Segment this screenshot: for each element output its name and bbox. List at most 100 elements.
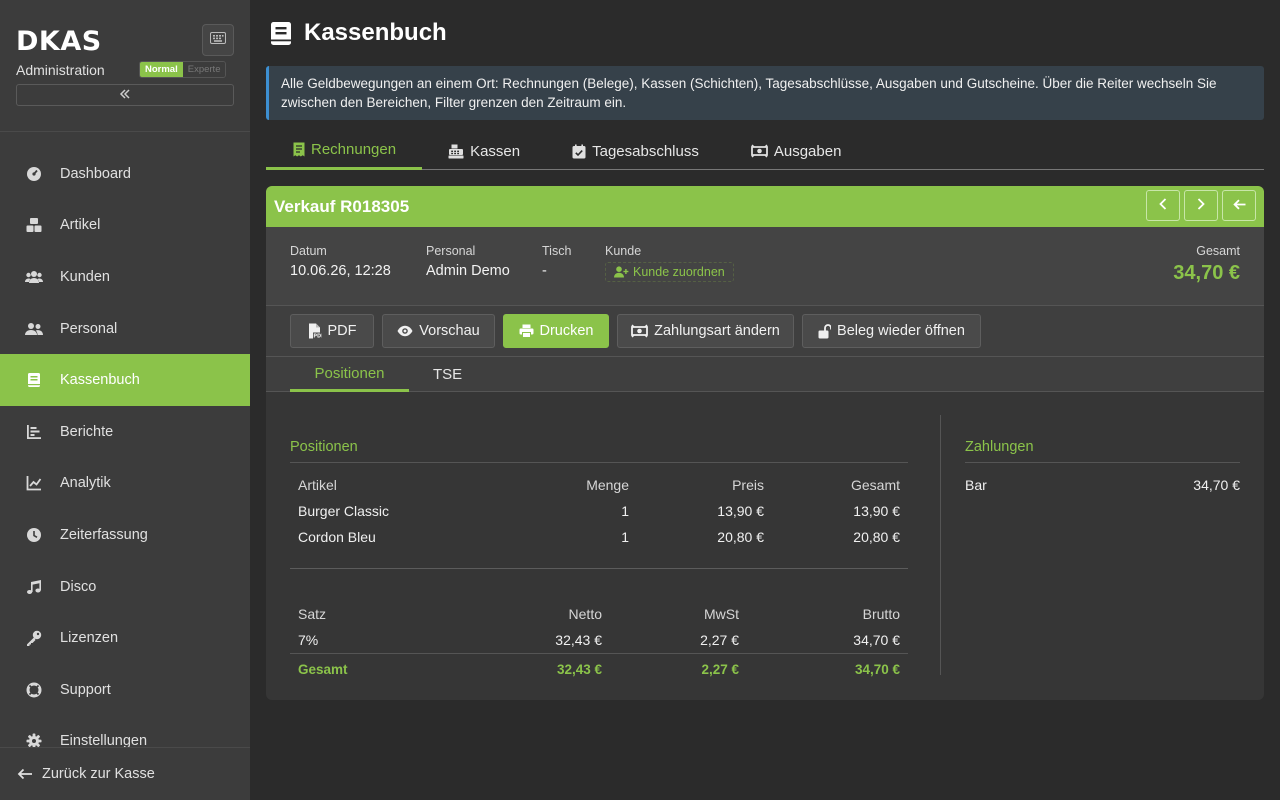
print-label: Drucken (539, 323, 594, 339)
tab-tse[interactable]: TSE (433, 357, 462, 392)
position-artikel: Cordon Bleu (298, 529, 376, 545)
sidebar-item-label: Lizenzen (60, 630, 119, 647)
print-button[interactable]: Drucken (503, 314, 609, 348)
keyboard-button[interactable] (202, 24, 234, 56)
mode-normal[interactable]: Normal (140, 62, 183, 77)
chevron-left-icon (1159, 197, 1167, 215)
back-to-register-label: Zurück zur Kasse (42, 766, 155, 782)
tisch-label: Tisch (542, 244, 572, 258)
divider (290, 568, 908, 569)
reopen-receipt-button[interactable]: Beleg wieder öffnen (802, 314, 981, 348)
detail-content: Positionen Artikel Menge Preis Gesamt Bu… (266, 392, 1264, 700)
user-plus-icon (614, 266, 629, 278)
pdf-button[interactable]: PDF PDF (290, 314, 374, 348)
sidebar-item-kassenbuch[interactable]: Kassenbuch (0, 354, 250, 406)
datum-value: 10.06.26, 12:28 (290, 263, 391, 279)
gesamt-label: Gesamt (1196, 244, 1240, 258)
chevron-right-icon (1197, 197, 1205, 215)
sidebar-item-personal[interactable]: Personal (0, 303, 250, 355)
users-icon (25, 268, 43, 286)
receipt-meta: Datum 10.06.26, 12:28 Personal Admin Dem… (266, 227, 1264, 306)
book-icon (25, 371, 43, 389)
tab-tagesabschluss[interactable]: Tagesabschluss (546, 132, 725, 170)
tax-total-mwst: 2,27 € (701, 662, 739, 677)
sidebar-item-einstellungen[interactable]: Einstellungen (0, 716, 250, 748)
sidebar-item-disco[interactable]: Disco (0, 561, 250, 613)
assign-customer-button[interactable]: Kunde zuordnen (605, 262, 734, 282)
money-bill-icon (750, 144, 768, 158)
tab-kassen[interactable]: Kassen (422, 132, 546, 170)
tab-rechnungen[interactable]: Rechnungen (266, 132, 423, 170)
sidebar-item-artikel[interactable]: Artikel (0, 200, 250, 252)
user-group-icon (25, 320, 43, 338)
column-divider (940, 415, 941, 675)
meta-datum: Datum 10.06.26, 12:28 (290, 244, 391, 279)
action-bar: PDF PDF Vorschau Drucken Zahlungsart änd… (266, 306, 1264, 357)
info-banner: Alle Geldbewegungen an einem Ort: Rechnu… (266, 66, 1264, 120)
position-menge: 1 (621, 529, 629, 545)
back-button[interactable] (1222, 190, 1256, 221)
tab-positionen[interactable]: Positionen (290, 357, 409, 392)
sidebar-item-label: Kassenbuch (60, 372, 140, 389)
receipt-icon (293, 142, 305, 157)
tisch-value: - (542, 263, 547, 279)
meta-personal: Personal Admin Demo (426, 244, 510, 279)
collapse-sidebar-button[interactable] (16, 84, 234, 106)
line-chart-icon (25, 474, 43, 492)
arrow-left-icon (17, 768, 33, 780)
preview-button[interactable]: Vorschau (382, 314, 495, 348)
detail-tabs: Positionen TSE (266, 357, 1264, 392)
reopen-receipt-label: Beleg wieder öffnen (837, 323, 965, 339)
sidebar-item-label: Dashboard (60, 165, 131, 182)
tab-label: Kassen (470, 142, 521, 160)
sidebar-item-berichte[interactable]: Berichte (0, 406, 250, 458)
back-to-register-link[interactable]: Zurück zur Kasse (0, 747, 250, 800)
main-tabs: Rechnungen Kassen Tagesabschluss Ausgabe… (266, 132, 1264, 170)
col-preis: Preis (732, 477, 764, 493)
bar-chart-icon (25, 423, 43, 441)
sidebar-item-dashboard[interactable]: Dashboard (0, 148, 250, 200)
svg-text:PDF: PDF (313, 334, 322, 339)
tax-total-netto: 32,43 € (556, 662, 602, 677)
print-icon (519, 324, 534, 338)
pdf-label: PDF (327, 323, 357, 339)
tab-label: Tagesabschluss (592, 142, 699, 160)
tab-ausgaben[interactable]: Ausgaben (725, 132, 868, 170)
personal-label: Personal (426, 244, 476, 258)
music-icon (25, 578, 43, 596)
arrow-left-icon (1232, 197, 1246, 215)
sidebar-item-kunden[interactable]: Kunden (0, 251, 250, 303)
change-payment-label: Zahlungsart ändern (654, 323, 780, 339)
col-mwst: MwSt (704, 606, 739, 622)
key-icon (25, 629, 43, 647)
payments-title: Zahlungen (965, 439, 1034, 455)
positions-title: Positionen (290, 439, 358, 455)
sidebar-item-label: Analytik (60, 475, 111, 492)
divider (290, 462, 908, 463)
sidebar-item-label: Support (60, 681, 111, 698)
divider (965, 462, 1240, 463)
previous-receipt-button[interactable] (1146, 190, 1180, 221)
position-artikel: Burger Classic (298, 503, 390, 519)
sidebar-item-analytik[interactable]: Analytik (0, 458, 250, 510)
sidebar-item-label: Kunden (60, 268, 110, 285)
col-brutto: Brutto (862, 606, 900, 622)
sidebar-item-zeiterfassung[interactable]: Zeiterfassung (0, 509, 250, 561)
book-icon (270, 21, 292, 46)
sidebar: DKAS Administration Normal Experte Dashb… (0, 0, 250, 800)
position-menge: 1 (621, 503, 629, 519)
sidebar-item-lizenzen[interactable]: Lizenzen (0, 612, 250, 664)
sidebar-item-label: Zeiterfassung (60, 526, 148, 543)
mode-expert[interactable]: Experte (182, 62, 226, 77)
boxes-icon (25, 216, 43, 234)
logo: DKAS (16, 26, 102, 57)
sidebar-item-support[interactable]: Support (0, 664, 250, 716)
col-netto: Netto (568, 606, 602, 622)
mode-toggle[interactable]: Normal Experte (139, 61, 227, 78)
sidebar-header: DKAS Administration Normal Experte (0, 0, 250, 132)
receipt-card: Verkauf R018305 Datum 10.06.26, 12:28 Pe… (266, 186, 1264, 700)
next-receipt-button[interactable] (1184, 190, 1218, 221)
change-payment-button[interactable]: Zahlungsart ändern (617, 314, 794, 348)
payment-amount: 34,70 € (1193, 477, 1240, 493)
position-preis: 13,90 € (717, 503, 764, 519)
